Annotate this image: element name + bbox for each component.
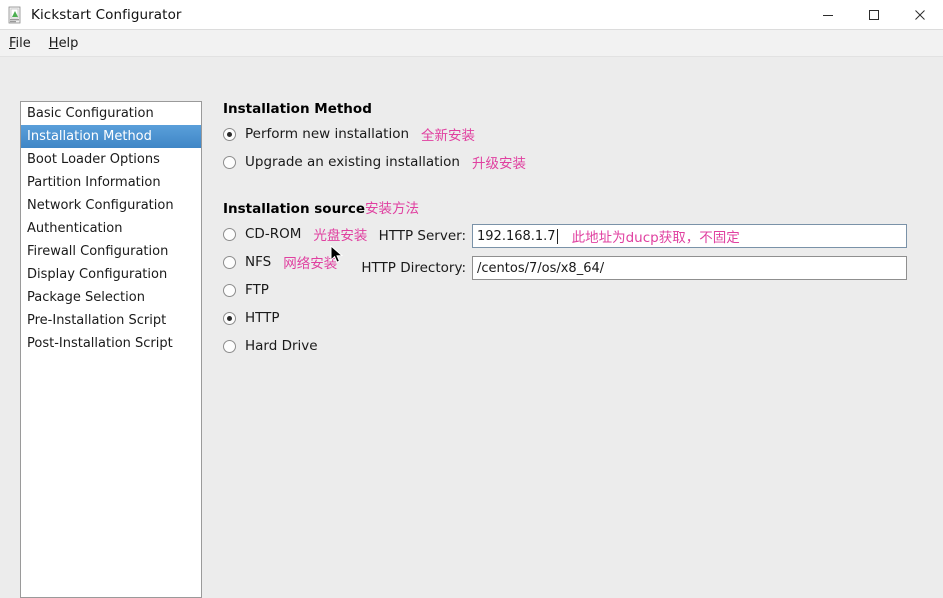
annotation-nfs: 网络安装: [283, 256, 338, 272]
sidebar-item-firewall-configuration[interactable]: Firewall Configuration: [21, 240, 201, 263]
radio-hard-drive[interactable]: [223, 339, 236, 353]
label-http: HTTP: [245, 310, 280, 326]
annotation-http-server: 此地址为ducp获取，不固定: [571, 230, 740, 246]
installation-source-heading-row: Installation source安装方法: [223, 197, 419, 217]
sidebar-item-network-configuration[interactable]: Network Configuration: [21, 194, 201, 217]
sidebar-item-package-selection[interactable]: Package Selection: [21, 286, 201, 309]
sidebar-item-post-installation-script[interactable]: Post-Installation Script: [21, 332, 201, 355]
field-row-http-directory: HTTP Directory: /centos/7/os/x8_64/: [351, 255, 907, 281]
radio-http[interactable]: [223, 311, 236, 325]
kickstart-icon: [6, 6, 24, 24]
label-cdrom: CD-ROM: [245, 226, 302, 242]
maximize-button[interactable]: [851, 0, 897, 29]
sidebar-item-boot-loader-options[interactable]: Boot Loader Options: [21, 148, 201, 171]
minimize-button[interactable]: [805, 0, 851, 29]
radio-perform-new-installation[interactable]: [223, 127, 236, 141]
installation-method-section: Installation Method Perform new installa…: [223, 101, 526, 173]
field-row-http-server: HTTP Server: 192.168.1.7 此地址为ducp获取，不固定: [351, 223, 907, 249]
label-upgrade-existing-installation: Upgrade an existing installation: [245, 154, 460, 170]
category-list[interactable]: Basic Configuration Installation Method …: [20, 101, 202, 598]
http-directory-value: /centos/7/os/x8_64/: [477, 260, 605, 276]
annotation-upgrade-existing-installation: 升级安装: [471, 156, 526, 172]
radio-row-upgrade-existing-installation[interactable]: Upgrade an existing installation 升级安装: [223, 151, 526, 173]
annotation-perform-new-installation: 全新安装: [421, 128, 476, 144]
sidebar-item-installation-method[interactable]: Installation Method: [21, 125, 201, 148]
close-button[interactable]: [897, 0, 943, 29]
http-server-input[interactable]: 192.168.1.7 此地址为ducp获取，不固定: [472, 224, 907, 248]
source-fields: HTTP Server: 192.168.1.7 此地址为ducp获取，不固定 …: [351, 223, 907, 287]
title-bar: Kickstart Configurator: [0, 0, 943, 30]
label-http-directory: HTTP Directory:: [361, 260, 466, 276]
sidebar-item-partition-information[interactable]: Partition Information: [21, 171, 201, 194]
menu-file-rest: ile: [15, 35, 31, 51]
radio-nfs[interactable]: [223, 255, 236, 269]
annotation-installation-source: 安装方法: [365, 201, 420, 217]
radio-row-perform-new-installation[interactable]: Perform new installation 全新安装: [223, 123, 526, 145]
http-directory-input[interactable]: /centos/7/os/x8_64/: [472, 256, 907, 280]
sidebar-item-authentication[interactable]: Authentication: [21, 217, 201, 240]
window-title: Kickstart Configurator: [31, 6, 182, 23]
menu-help-mnemonic: H: [48, 35, 59, 51]
installation-source-heading: Installation source: [223, 201, 366, 217]
radio-ftp[interactable]: [223, 283, 236, 297]
installation-method-heading: Installation Method: [223, 101, 372, 117]
sidebar-item-pre-installation-script[interactable]: Pre-Installation Script: [21, 309, 201, 332]
radio-row-http[interactable]: HTTP: [223, 307, 419, 329]
label-nfs: NFS: [245, 254, 272, 270]
text-caret: [556, 228, 558, 244]
sidebar-item-basic-configuration[interactable]: Basic Configuration: [21, 102, 201, 125]
sidebar-item-display-configuration[interactable]: Display Configuration: [21, 263, 201, 286]
radio-row-hard-drive[interactable]: Hard Drive: [223, 335, 419, 357]
menu-help-rest: elp: [58, 35, 79, 51]
window-controls: [805, 0, 943, 29]
label-hard-drive: Hard Drive: [245, 338, 318, 354]
content-area: Basic Configuration Installation Method …: [0, 57, 943, 598]
menu-help[interactable]: Help: [49, 34, 88, 53]
menu-file[interactable]: File: [9, 34, 40, 53]
label-http-server: HTTP Server:: [378, 228, 466, 244]
radio-upgrade-existing-installation[interactable]: [223, 155, 236, 169]
label-ftp: FTP: [245, 282, 269, 298]
label-perform-new-installation: Perform new installation: [245, 126, 410, 142]
menu-bar: File Help: [0, 30, 943, 57]
http-server-value: 192.168.1.7: [477, 228, 556, 244]
radio-cdrom[interactable]: [223, 227, 236, 241]
